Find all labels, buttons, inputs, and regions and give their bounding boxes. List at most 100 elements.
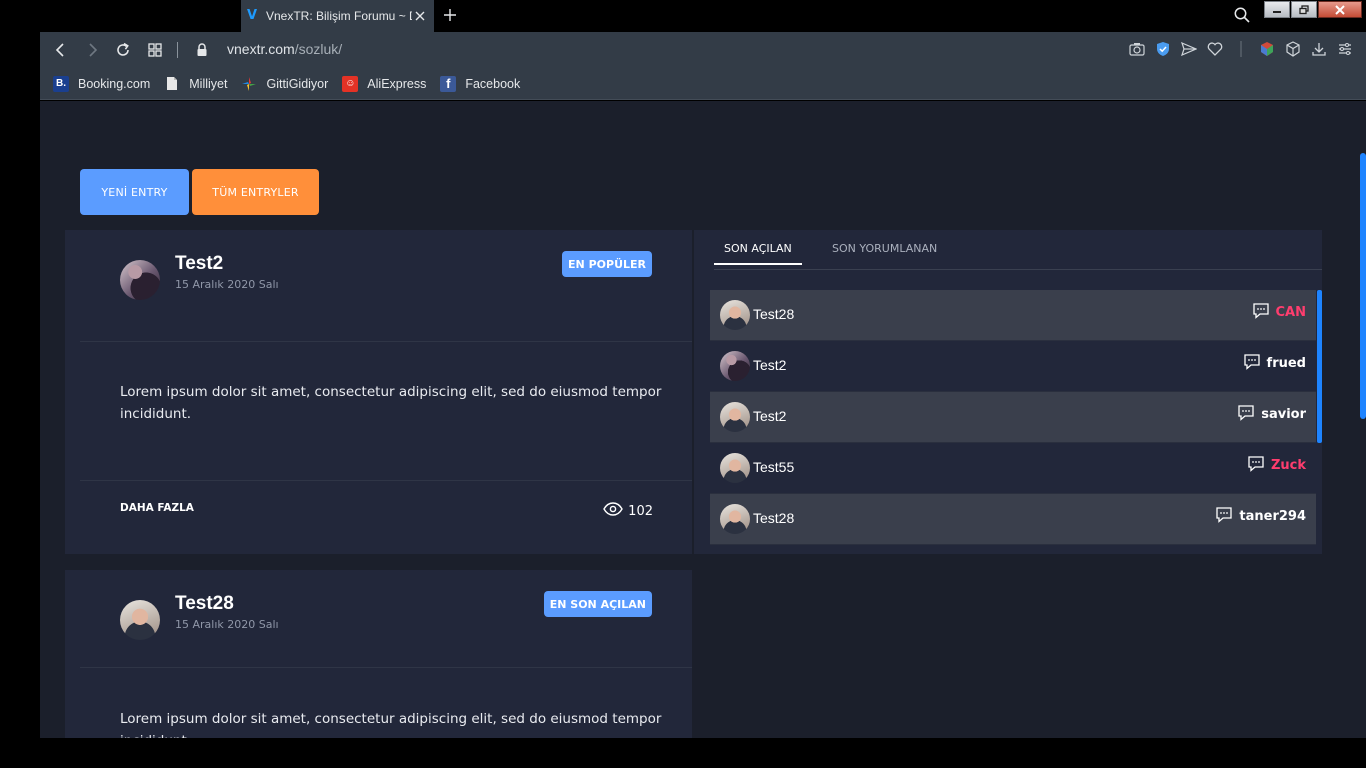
booking-icon: B. <box>53 75 69 92</box>
view-count-value: 102 <box>628 503 653 519</box>
new-tab-icon[interactable] <box>441 5 459 25</box>
bookmark-gittigidiyor[interactable]: GittiGidiyor <box>241 76 328 92</box>
bookmark-aliexpress[interactable]: ☺ AliExpress <box>342 75 427 92</box>
bookmark-label: AliExpress <box>367 76 427 91</box>
bookmark-milliyet[interactable]: Milliyet <box>164 76 227 92</box>
last-commenter[interactable]: CAN <box>1252 302 1306 323</box>
toolbar-icons <box>1128 40 1354 58</box>
avatar[interactable] <box>720 351 750 381</box>
list-item-user[interactable]: Test28 <box>753 306 794 322</box>
close-tab-icon[interactable] <box>412 8 428 24</box>
list-item[interactable]: Test55 Zuck <box>710 443 1316 494</box>
page-scrollbar-track[interactable] <box>1360 101 1366 738</box>
reload-icon[interactable] <box>114 41 132 59</box>
list-item-user[interactable]: Test28 <box>753 510 794 526</box>
shield-icon[interactable] <box>1154 40 1172 58</box>
close-window-icon[interactable] <box>1318 1 1362 18</box>
eye-icon <box>603 502 623 520</box>
active-tab-underline <box>714 263 802 265</box>
avatar[interactable] <box>720 402 750 432</box>
bookmarks-bar: B. Booking.com Milliyet GittiGidiyor ☺ A… <box>40 68 1366 100</box>
url-path: /sozluk/ <box>294 41 343 57</box>
list-item[interactable]: Test2 savior <box>710 392 1316 443</box>
bottom-edge <box>0 738 1366 768</box>
browser-titlebar: V VnexTR: Bilişim Forumu ~ D <box>0 0 1366 32</box>
panel-tabs: SON AÇILAN SON YORUMLANAN <box>714 230 1322 270</box>
easy-setup-icon[interactable] <box>1336 40 1354 58</box>
back-icon[interactable] <box>52 41 70 59</box>
avatar[interactable] <box>720 300 750 330</box>
avatar[interactable] <box>720 453 750 483</box>
last-commenter[interactable]: taner294 <box>1215 506 1306 527</box>
commenter-name: taner294 <box>1239 509 1306 524</box>
commenter-name: Zuck <box>1270 458 1306 473</box>
bookmark-label: Booking.com <box>78 76 151 91</box>
last-commenter[interactable]: savior <box>1237 404 1306 425</box>
speed-dial-icon[interactable] <box>146 41 164 59</box>
last-commenter[interactable]: frued <box>1243 353 1306 374</box>
new-entry-button[interactable]: YENİ ENTRY <box>80 169 189 215</box>
entry-card: Test28 15 Aralık 2020 Salı EN SON AÇILAN… <box>65 570 692 738</box>
avatar[interactable] <box>120 260 160 300</box>
page-icon <box>164 76 180 92</box>
status-badge: EN POPÜLER <box>562 251 652 277</box>
bookmark-booking[interactable]: B. Booking.com <box>53 75 151 92</box>
status-badge: EN SON AÇILAN <box>543 591 652 617</box>
aliexpress-icon: ☺ <box>342 75 359 92</box>
list-item[interactable]: Test28 CAN <box>710 290 1316 341</box>
entry-date: 15 Aralık 2020 Salı <box>175 618 279 631</box>
search-tabs-icon[interactable] <box>1233 6 1251 24</box>
minimize-icon[interactable] <box>1264 1 1290 18</box>
commenter-name: frued <box>1266 356 1306 371</box>
browser-tab[interactable]: V VnexTR: Bilişim Forumu ~ D <box>241 0 434 32</box>
url-host: vnextr.com <box>227 41 295 57</box>
page-scrollbar-thumb[interactable] <box>1360 153 1366 419</box>
box-icon[interactable] <box>1284 40 1302 58</box>
commenter-name: savior <box>1261 407 1306 422</box>
last-commenter[interactable]: Zuck <box>1247 455 1306 476</box>
commenter-name: CAN <box>1275 305 1306 320</box>
separator-icon <box>1232 40 1250 58</box>
list-item-user[interactable]: Test55 <box>753 459 794 475</box>
recent-entries-list: Test28 CAN Test2 frued Test2 savior Test55 Zuck… <box>710 290 1316 545</box>
bookmark-label: Milliyet <box>189 76 228 91</box>
avatar[interactable] <box>120 600 160 640</box>
view-count: 102 <box>603 502 653 520</box>
entry-card: Test2 15 Aralık 2020 Salı EN POPÜLER Lor… <box>65 230 692 554</box>
send-icon[interactable] <box>1180 40 1198 58</box>
list-item[interactable]: Test28 taner294 <box>710 494 1316 545</box>
camera-icon[interactable] <box>1128 40 1146 58</box>
tab-title: VnexTR: Bilişim Forumu ~ D <box>266 9 412 23</box>
avatar[interactable] <box>720 504 750 534</box>
bookmark-facebook[interactable]: f Facebook <box>440 75 521 92</box>
tab-son-acilan[interactable]: SON AÇILAN <box>724 242 792 255</box>
extension-cube-icon[interactable] <box>1258 40 1276 58</box>
list-scrollbar[interactable] <box>1317 290 1322 443</box>
divider <box>80 480 692 481</box>
download-icon[interactable] <box>1310 40 1328 58</box>
gittigidiyor-icon <box>241 76 257 92</box>
forward-icon[interactable] <box>83 41 101 59</box>
address-bar: vnextr.com/sozluk/ <box>40 32 1366 68</box>
comment-icon <box>1247 455 1265 476</box>
list-item-user[interactable]: Test2 <box>753 357 786 373</box>
list-item[interactable]: Test2 frued <box>710 341 1316 392</box>
comment-icon <box>1237 404 1255 425</box>
comment-icon <box>1215 506 1233 527</box>
url-field[interactable]: vnextr.com/sozluk/ <box>227 41 342 57</box>
restore-icon[interactable] <box>1291 1 1317 18</box>
all-entries-button[interactable]: TÜM ENTRYLER <box>192 169 319 215</box>
entry-text: Lorem ipsum dolor sit amet, consectetur … <box>120 711 662 738</box>
recent-entries-panel: SON AÇILAN SON YORUMLANAN Test28 CAN Test2… <box>694 230 1322 554</box>
list-item-user[interactable]: Test2 <box>753 408 786 424</box>
comment-icon <box>1252 302 1270 323</box>
heart-icon[interactable] <box>1206 40 1224 58</box>
divider <box>80 341 692 342</box>
lock-icon[interactable] <box>196 42 208 58</box>
entry-author[interactable]: Test28 <box>175 593 234 615</box>
tab-son-yorumlanan[interactable]: SON YORUMLANAN <box>832 242 937 255</box>
read-more-link[interactable]: DAHA FAZLA <box>120 502 194 514</box>
bookmark-label: Facebook <box>465 76 521 91</box>
entry-author[interactable]: Test2 <box>175 253 223 275</box>
comment-icon <box>1243 353 1261 374</box>
